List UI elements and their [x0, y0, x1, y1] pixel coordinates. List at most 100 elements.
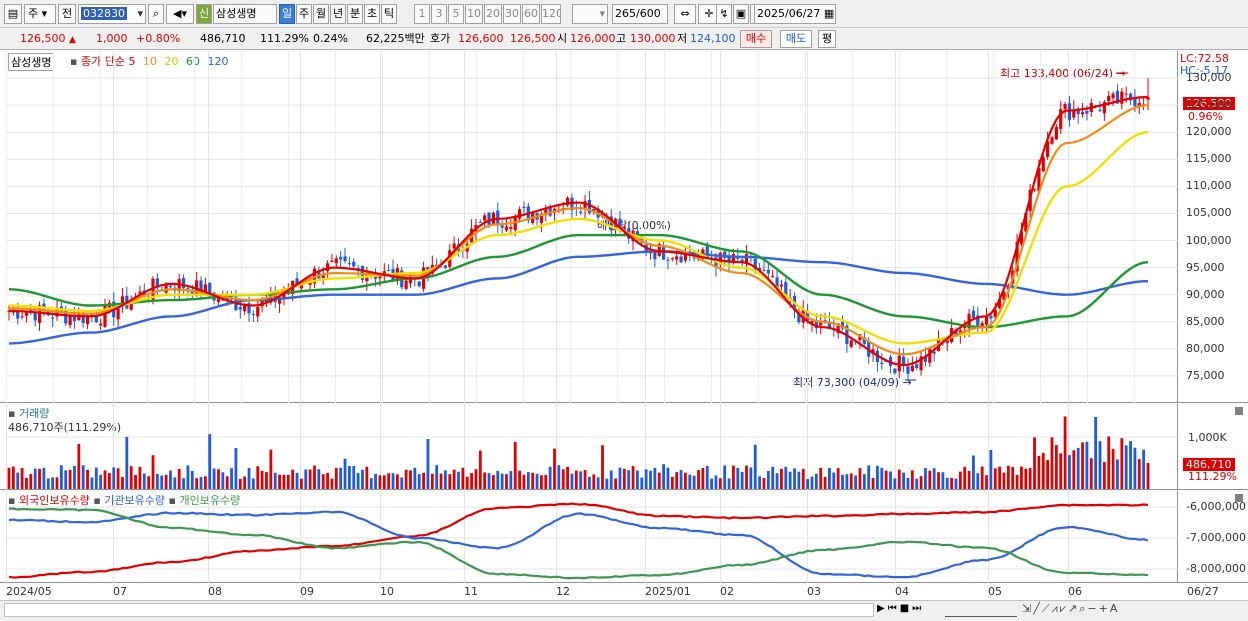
- volume-bar: [11, 466, 15, 489]
- candle-body: [452, 243, 456, 249]
- volume-bar: [16, 472, 20, 489]
- volume-bar: [177, 468, 181, 489]
- volume-bar: [723, 465, 727, 489]
- volume-bar: [173, 477, 177, 489]
- volume-bar: [20, 468, 24, 489]
- volume-bar: [251, 478, 255, 489]
- volume-bar: [828, 467, 831, 489]
- volume-bar: [762, 478, 766, 489]
- candle-body: [256, 306, 260, 317]
- volume-bar: [649, 470, 652, 489]
- volume-bar: [1089, 458, 1093, 489]
- volume-bar: [836, 468, 840, 489]
- volume-bar: [46, 478, 50, 489]
- volume-bar: [1102, 461, 1106, 489]
- volume-bar: [526, 472, 530, 489]
- volume-bar: [588, 476, 591, 489]
- volume-bar: [343, 458, 347, 489]
- candle-body: [902, 356, 906, 365]
- volume-bar: [954, 478, 958, 489]
- candle-body: [910, 365, 914, 372]
- candle-body: [1080, 112, 1085, 115]
- volume-bar: [618, 467, 622, 489]
- candle-body: [33, 312, 37, 321]
- volume-bar: [129, 466, 133, 489]
- volume-bar: [924, 468, 927, 489]
- volume-bar: [1015, 474, 1019, 489]
- volume-bar: [884, 470, 888, 489]
- volume-bar: [51, 477, 55, 489]
- candle-body: [99, 323, 103, 326]
- volume-bar: [928, 470, 932, 489]
- volume-bar: [391, 473, 395, 489]
- volume-bar: [90, 477, 94, 489]
- volume-bar: [382, 475, 386, 489]
- volume-bar: [753, 444, 757, 489]
- volume-bar: [570, 473, 574, 489]
- volume-bar: [496, 470, 500, 489]
- volume-bar: [217, 469, 220, 489]
- volume-bar: [780, 468, 783, 489]
- volume-bar: [356, 473, 360, 489]
- volume-bar: [889, 471, 892, 489]
- volume-bar: [509, 471, 513, 489]
- candle-body: [186, 288, 190, 290]
- volume-bar: [1037, 455, 1041, 489]
- volume-bar: [73, 466, 76, 489]
- volume-bar: [692, 475, 696, 489]
- volume-bar: [513, 441, 517, 489]
- candle-body: [666, 259, 670, 261]
- candle-body: [762, 269, 766, 271]
- candle-body: [1133, 98, 1137, 107]
- volume-bar: [1081, 442, 1084, 489]
- institution-holdings-line: [8, 510, 1149, 579]
- volume-bar: [941, 472, 945, 489]
- volume-bar: [304, 469, 308, 489]
- volume-bar: [806, 478, 810, 489]
- volume-bar: [186, 465, 190, 489]
- volume-bar: [125, 437, 129, 489]
- volume-bar: [1085, 441, 1089, 489]
- volume-bar: [492, 475, 495, 489]
- volume-bar: [531, 472, 535, 489]
- volume-bar: [1116, 459, 1119, 489]
- volume-bar: [614, 478, 617, 489]
- candle-body: [72, 316, 77, 321]
- volume-bar: [1107, 436, 1111, 489]
- volume-bar: [684, 472, 687, 489]
- volume-bar: [42, 467, 46, 489]
- volume-bar: [142, 473, 146, 489]
- volume-bar: [457, 471, 460, 489]
- volume-bar: [636, 470, 639, 489]
- volume-bar: [308, 469, 312, 489]
- volume-bar: [1146, 463, 1150, 489]
- volume-bar: [596, 477, 600, 489]
- volume-bar: [334, 467, 338, 489]
- volume-bar: [592, 474, 596, 489]
- volume-bar: [553, 448, 556, 489]
- volume-bar: [1068, 455, 1071, 489]
- volume-bar: [640, 477, 644, 489]
- candle-body: [443, 265, 447, 268]
- volume-bar: [190, 471, 194, 489]
- volume-bar: [675, 472, 679, 489]
- volume-bar: [993, 468, 997, 489]
- volume-bar: [409, 470, 412, 489]
- volume-bar: [68, 469, 72, 489]
- volume-bar: [404, 469, 408, 489]
- volume-bar: [1011, 466, 1015, 489]
- volume-bar: [1046, 460, 1050, 489]
- volume-bar: [413, 467, 417, 489]
- candle-body: [339, 256, 343, 260]
- volume-bar: [116, 468, 120, 489]
- volume-bar: [666, 467, 670, 489]
- volume-bar: [487, 473, 491, 489]
- volume-bar: [286, 474, 290, 489]
- volume-bar: [832, 472, 836, 489]
- volume-bar: [518, 470, 521, 489]
- candle-body: [928, 348, 932, 363]
- volume-bar: [557, 465, 561, 489]
- volume-bar: [766, 470, 770, 489]
- volume-bar: [225, 476, 229, 489]
- candle-body: [893, 368, 897, 374]
